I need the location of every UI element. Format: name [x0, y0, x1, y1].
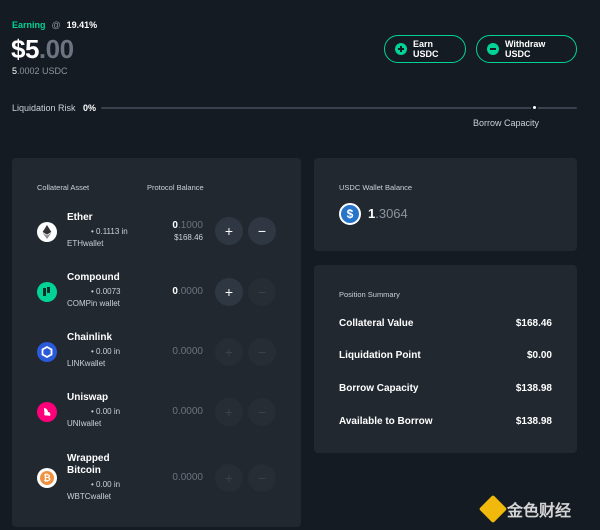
uniswap-icon: [37, 402, 57, 422]
earn-usdc-label: Earn USDC: [413, 39, 439, 59]
usdc-wallet-value: 1.3064: [368, 206, 408, 221]
asset-name-ether: Ether: [67, 212, 93, 223]
sub-balance-rest: .0002 USDC: [17, 66, 68, 76]
summary-label-borrow-capacity: Borrow Capacity: [339, 383, 419, 394]
asset-name-compound: Compound: [67, 272, 120, 283]
asset-name-chainlink: Chainlink: [67, 332, 113, 343]
asset-name-wbtc-line2: Bitcoin: [67, 465, 101, 476]
asset-wallet-chainlink: • 0.00 in: [91, 347, 121, 356]
earning-label: Earning: [12, 20, 46, 30]
summary-value-available-to-borrow: $138.98: [515, 416, 552, 427]
usdc-wallet-label: USDC Wallet Balance: [339, 183, 413, 192]
compound-icon: [37, 282, 57, 302]
watermark-logo-icon: [478, 494, 508, 524]
earning-at: @: [51, 20, 61, 30]
add-compound-button[interactable]: +: [215, 278, 243, 306]
summary-label-available-to-borrow: Available to Borrow: [339, 416, 433, 427]
add-uniswap-button[interactable]: +: [215, 398, 243, 426]
protocol-balance-chainlink: 0.0000: [172, 346, 203, 357]
bitcoin-icon: ₿: [37, 468, 57, 488]
add-wbtc-button[interactable]: +: [215, 464, 243, 492]
protocol-balance-uniswap: 0.0000: [172, 406, 203, 417]
asset-name-uniswap: Uniswap: [67, 392, 109, 403]
plus-circle-icon: [395, 43, 407, 55]
remove-compound-button[interactable]: −: [248, 278, 276, 306]
withdraw-usdc-label: Withdraw USDC: [505, 39, 546, 59]
protocol-balance-compound: 0.0000: [172, 286, 203, 297]
earn-usdc-button[interactable]: Earn USDC: [384, 35, 466, 63]
summary-value-liquidation-point: $0.00: [526, 350, 552, 361]
borrow-capacity-label: Borrow Capacity: [473, 118, 540, 128]
earning-status: Earning @ 19.41%: [12, 20, 97, 30]
borrow-capacity-marker: [531, 104, 538, 111]
liquidation-risk-percent: 0%: [83, 103, 97, 113]
add-chainlink-button[interactable]: +: [215, 338, 243, 366]
asset-wallet-ether-unit: ETHwallet: [67, 239, 104, 248]
asset-wallet-compound-unit: COMPin wallet: [67, 299, 120, 308]
balance-decimals: .00: [38, 34, 74, 64]
protocol-balance-header: Protocol Balance: [147, 183, 204, 192]
summary-value-borrow-capacity: $138.98: [515, 383, 552, 394]
summary-value-collateral-value: $168.46: [515, 318, 552, 329]
earning-rate: 19.41%: [66, 20, 98, 30]
asset-wallet-uniswap: • 0.00 in: [91, 407, 121, 416]
remove-wbtc-button[interactable]: −: [248, 464, 276, 492]
asset-name-wbtc: Wrapped: [67, 453, 110, 464]
collateral-asset-header: Collateral Asset: [37, 183, 90, 192]
summary-label-collateral-value: Collateral Value: [339, 318, 414, 329]
watermark-text: 金色财经: [507, 503, 572, 520]
ether-icon: [37, 222, 57, 242]
balance-amount: $5.00: [11, 34, 74, 65]
asset-wallet-chainlink-unit: LINKwallet: [67, 359, 106, 368]
liquidation-risk-label: Liquidation Risk: [12, 103, 76, 113]
usdc-icon: $: [339, 203, 361, 225]
chainlink-icon: [37, 342, 57, 362]
summary-label-liquidation-point: Liquidation Point: [339, 350, 421, 361]
remove-chainlink-button[interactable]: −: [248, 338, 276, 366]
withdraw-usdc-button[interactable]: Withdraw USDC: [476, 35, 577, 63]
position-summary-title: Position Summary: [339, 290, 400, 299]
watermark: 金色财经: [478, 494, 572, 524]
asset-wallet-uniswap-unit: UNIwallet: [67, 419, 102, 428]
add-ether-button[interactable]: +: [215, 217, 243, 245]
asset-wallet-compound: • 0.0073: [91, 287, 121, 296]
sub-balance: 5.0002 USDC: [12, 66, 68, 76]
remove-uniswap-button[interactable]: −: [248, 398, 276, 426]
liquidation-risk-track: [101, 107, 577, 109]
protocol-balance-usd-ether: $168.46: [174, 233, 203, 242]
asset-wallet-wbtc-unit: WBTCwallet: [67, 492, 112, 501]
asset-wallet-ether: • 0.1113 in: [91, 227, 128, 236]
balance-main: $5: [11, 34, 39, 64]
asset-wallet-wbtc: • 0.00 in: [91, 480, 121, 489]
protocol-balance-wbtc: 0.0000: [172, 472, 203, 483]
minus-circle-icon: [487, 43, 499, 55]
protocol-balance-ether: 0.1000: [172, 220, 203, 231]
remove-ether-button[interactable]: −: [248, 217, 276, 245]
